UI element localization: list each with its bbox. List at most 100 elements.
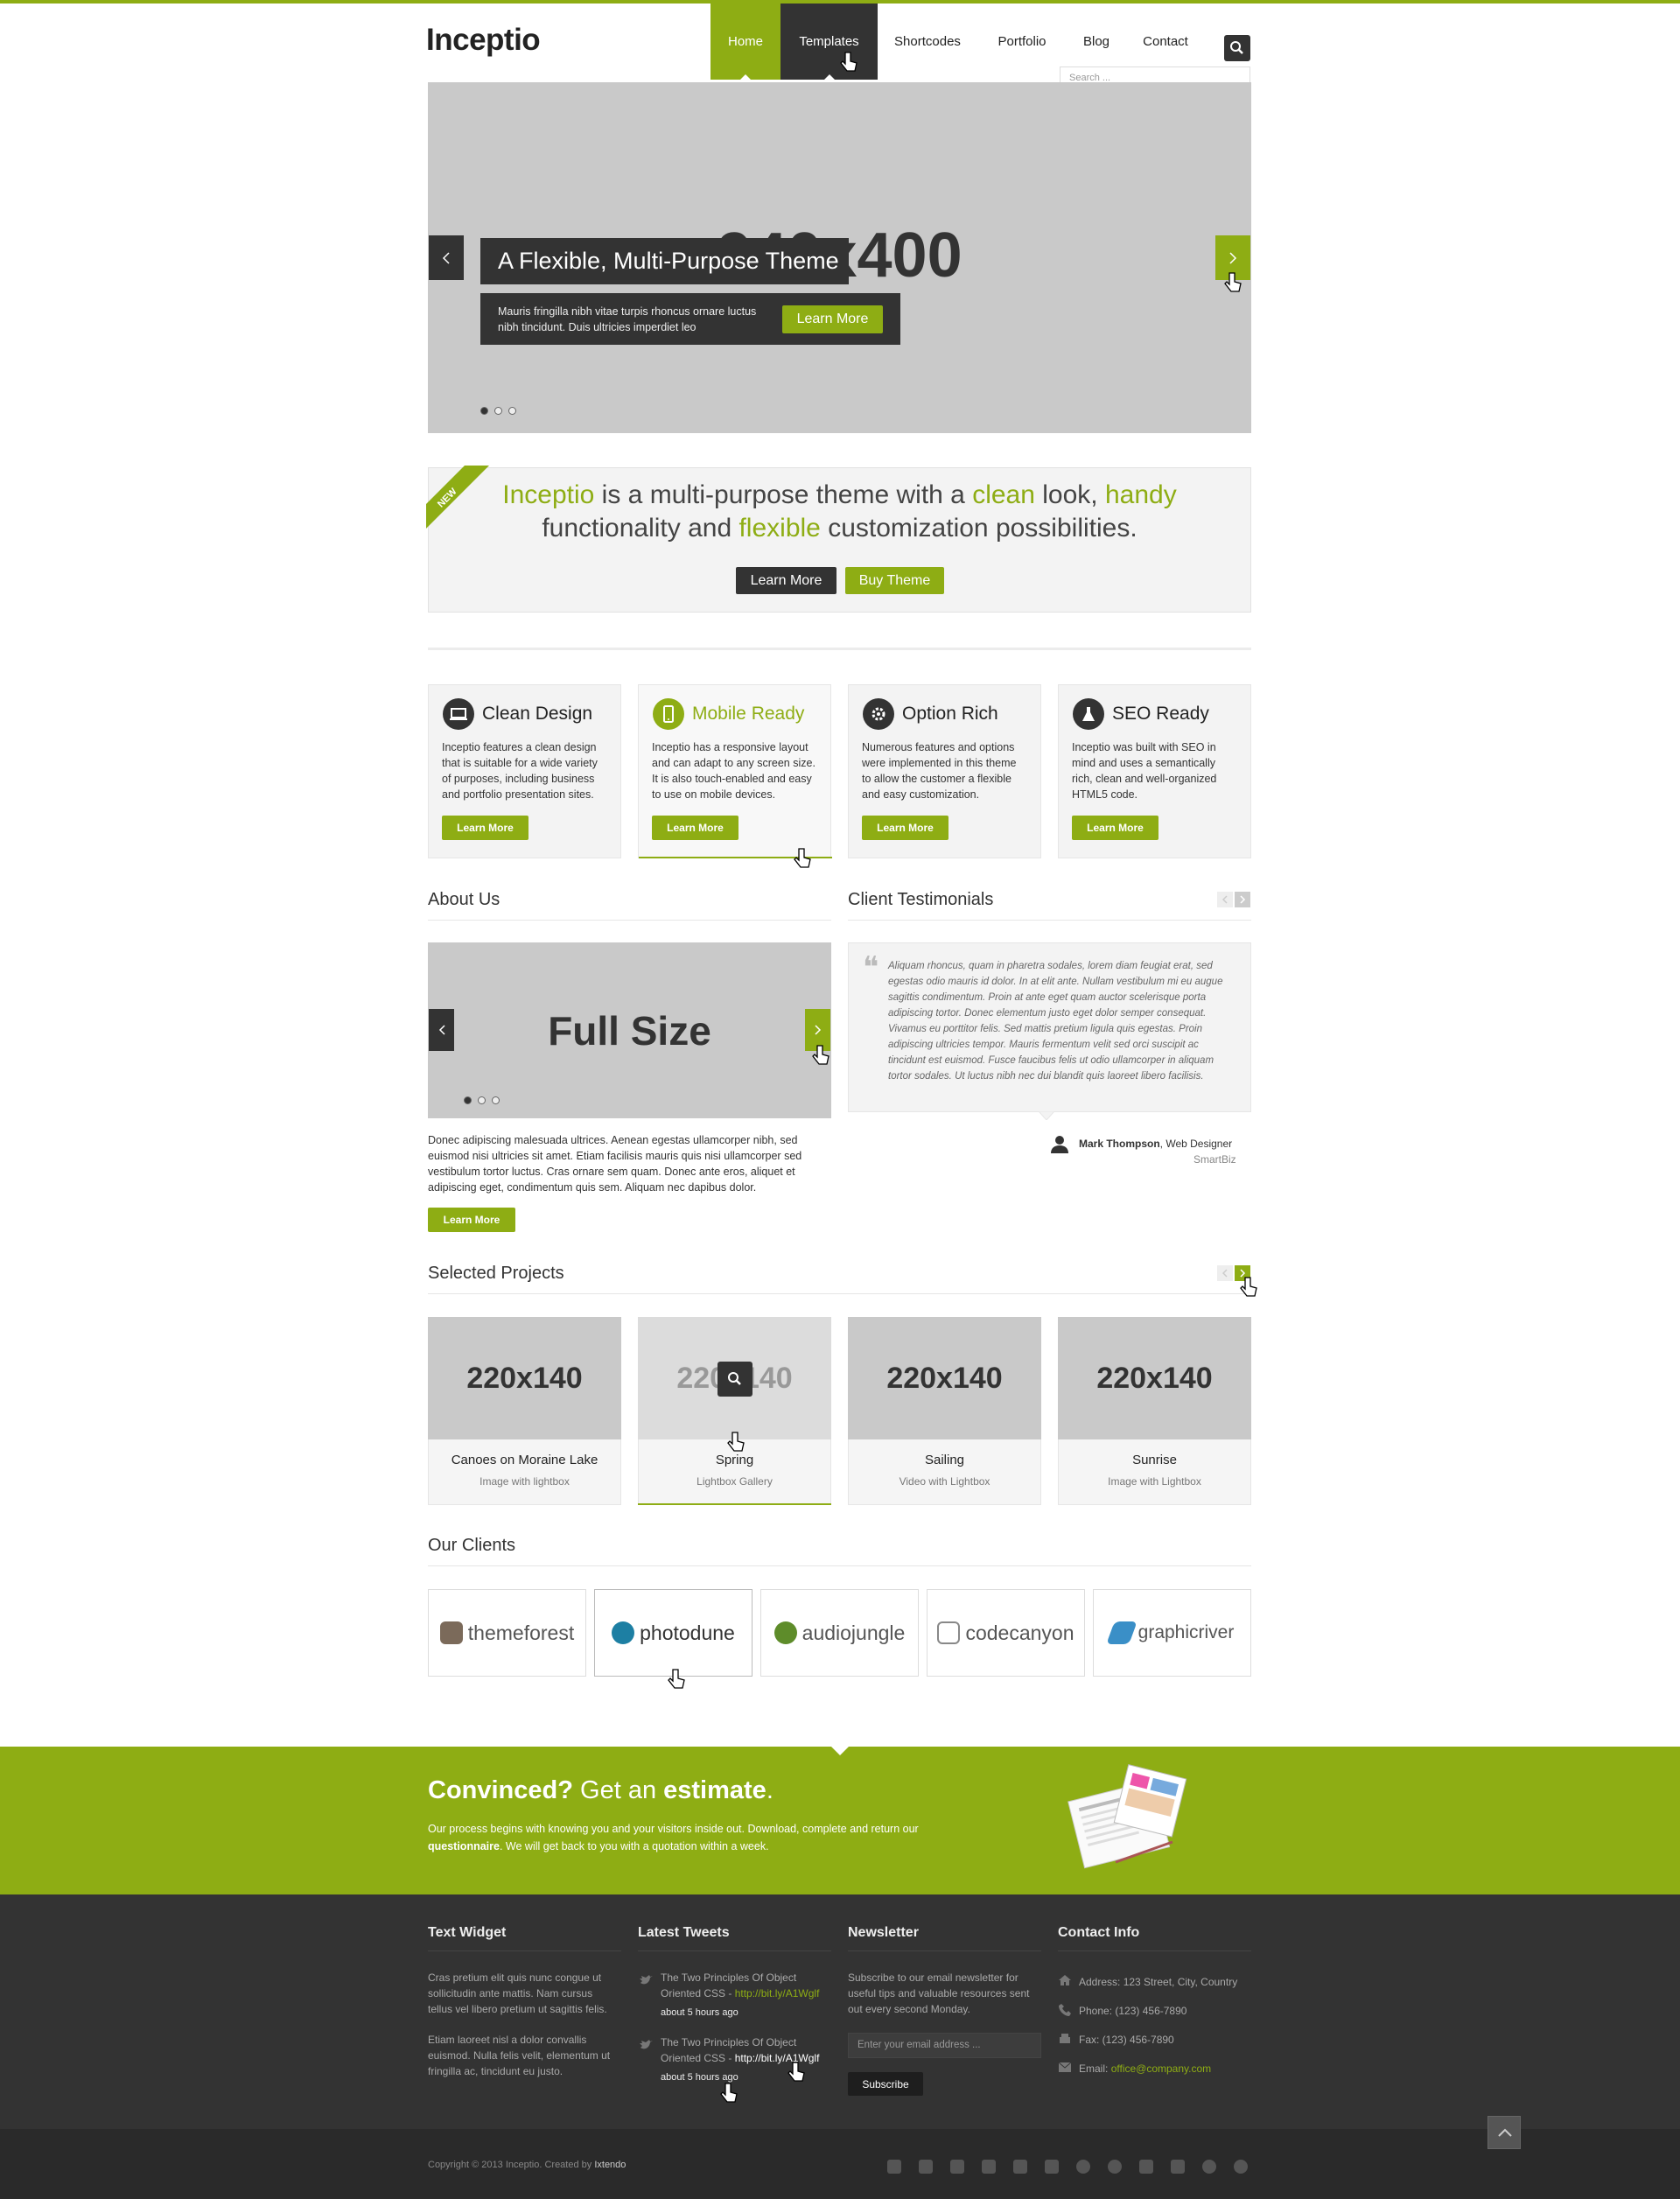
project-thumbnail: 220x140 <box>428 1317 621 1439</box>
footer-rule <box>428 1950 621 1951</box>
nav-item-templates[interactable]: Templates <box>780 4 878 81</box>
tumblr-icon[interactable] <box>1171 2160 1185 2174</box>
client-logo-themeforest[interactable]: themeforest <box>428 1589 586 1677</box>
project-thumbnail: 220x140 <box>1058 1317 1251 1439</box>
contact-email: Email: office@company.com <box>1079 2061 1211 2076</box>
hand-cursor-icon <box>1240 1277 1257 1297</box>
site-logo[interactable]: Inceptio <box>426 23 541 58</box>
project-card[interactable]: 220x140 Canoes on Moraine Lake Image wit… <box>428 1317 621 1505</box>
questionnaire-link[interactable]: questionnaire <box>428 1840 500 1852</box>
about-slider-dot-1[interactable] <box>464 1096 472 1104</box>
feature-learn-more-button[interactable]: Learn More <box>862 816 948 840</box>
author-role: , Web Designer <box>1159 1138 1233 1150</box>
chevron-left-icon <box>442 251 450 264</box>
projects-prev-button[interactable] <box>1217 1265 1233 1281</box>
linkedin-icon[interactable] <box>982 2160 996 2174</box>
promo-buy-theme-button[interactable]: Buy Theme <box>845 567 944 594</box>
slider-dot-1[interactable] <box>480 407 488 415</box>
client-logo-photodune[interactable]: photodune <box>594 1589 752 1677</box>
nav-item-portfolio[interactable]: Portfolio <box>977 4 1067 80</box>
client-name: themeforest <box>467 1621 575 1644</box>
googleplus-icon[interactable] <box>950 2160 964 2174</box>
clients-title: Our Clients <box>428 1536 516 1555</box>
testimonial-prev-button[interactable] <box>1217 892 1233 907</box>
codecanyon-icon <box>937 1621 961 1644</box>
slider-learn-more-button[interactable]: Learn More <box>782 305 883 333</box>
testimonial-next-button[interactable] <box>1235 892 1250 907</box>
promo-text: is a multi-purpose theme with a <box>594 480 973 509</box>
promo-brand: Inceptio <box>502 480 595 509</box>
project-subtitle: Image with lightbox <box>480 1475 570 1488</box>
slider-dot-2[interactable] <box>494 407 502 415</box>
flickr-icon[interactable] <box>1139 2160 1153 2174</box>
slider-dot-3[interactable] <box>508 407 516 415</box>
nav-item-shortcodes[interactable]: Shortcodes <box>878 4 977 80</box>
search-button[interactable] <box>1224 35 1250 61</box>
feature-learn-more-button[interactable]: Learn More <box>652 816 738 840</box>
email-link[interactable]: office@company.com <box>1111 2062 1211 2075</box>
nav-label: Contact <box>1143 34 1188 49</box>
facebook-icon[interactable] <box>919 2160 933 2174</box>
chevron-right-icon <box>1240 895 1246 904</box>
nav-item-home[interactable]: Home <box>710 4 780 81</box>
copyright-text: Copyright © 2013 Inceptio. Created by <box>428 2160 595 2170</box>
skype-icon[interactable] <box>1076 2160 1090 2174</box>
client-logo-audiojungle[interactable]: audiojungle <box>760 1589 919 1677</box>
about-learn-more-button[interactable]: Learn More <box>428 1208 515 1232</box>
rss-icon[interactable] <box>1234 2160 1248 2174</box>
testimonial-author: Mark Thompson, Web Designer <box>1079 1138 1232 1150</box>
dribbble-icon[interactable] <box>1202 2160 1216 2174</box>
slider-prev-button[interactable] <box>429 235 464 280</box>
client-logo-codecanyon[interactable]: codecanyon <box>927 1589 1085 1677</box>
feature-text: Inceptio features a clean design that is… <box>442 741 598 801</box>
author-company: SmartBiz <box>1194 1153 1236 1166</box>
client-logo-graphicriver[interactable]: graphicriver <box>1093 1589 1251 1677</box>
promo-learn-more-button[interactable]: Learn More <box>736 567 836 594</box>
fax-icon <box>1060 2034 1070 2043</box>
project-card[interactable]: 220x140 Sailing Video with Lightbox <box>848 1317 1041 1505</box>
slider-caption-box: Mauris fringilla nibh vitae turpis rhonc… <box>480 293 900 345</box>
feature-card-clean-design: Clean Design Inceptio features a clean d… <box>428 684 621 858</box>
twitter-icon <box>640 2040 653 2049</box>
tweet-time: about 5 hours ago <box>661 2007 738 2018</box>
about-prev-button[interactable] <box>429 1009 454 1051</box>
testimonial-box: ❝ Aliquam rhoncus, quam in pharetra soda… <box>848 942 1251 1112</box>
about-slider-dot-2[interactable] <box>478 1096 486 1104</box>
about-slider-dot-3[interactable] <box>492 1096 500 1104</box>
project-card[interactable]: 220x140 Spring Lightbox Gallery <box>638 1317 831 1505</box>
subscribe-button[interactable]: Subscribe <box>848 2072 923 2096</box>
vimeo-icon[interactable] <box>1013 2160 1027 2174</box>
footer-widget-title: Newsletter <box>848 1925 919 1940</box>
hand-cursor-icon <box>727 1432 745 1452</box>
home-icon <box>1059 1975 1071 1985</box>
project-subtitle: Video with Lightbox <box>899 1475 990 1488</box>
promo-headline: Inceptio is a multi-purpose theme with a… <box>428 479 1251 545</box>
nav-label: Templates <box>799 34 859 49</box>
chevron-right-icon <box>814 1025 821 1035</box>
project-card[interactable]: 220x140 Sunrise Image with Lightbox <box>1058 1317 1251 1505</box>
youtube-icon[interactable] <box>1045 2160 1059 2174</box>
testimonial-quote: Aliquam rhoncus, quam in pharetra sodale… <box>888 961 1223 1082</box>
newsletter-email-input[interactable]: Enter your email address ... <box>848 2033 1041 2058</box>
chevron-left-icon <box>438 1025 445 1035</box>
bottom-bar <box>0 2129 1680 2199</box>
chevron-left-icon <box>1222 1269 1228 1278</box>
footer-rule <box>638 1950 831 1951</box>
back-to-top-button[interactable] <box>1488 2116 1521 2149</box>
twitter-icon[interactable] <box>887 2160 901 2174</box>
tweet-link[interactable]: http://bit.ly/A1Wglf <box>735 1987 820 1999</box>
chevron-right-icon <box>1229 251 1237 264</box>
cta-title: Convinced? Get an estimate. <box>428 1776 774 1805</box>
client-name: audiojungle <box>802 1621 906 1644</box>
feature-learn-more-button[interactable]: Learn More <box>1072 816 1158 840</box>
creator-link[interactable]: Ixtendo <box>594 2160 626 2170</box>
cta-title-part: . <box>766 1776 774 1804</box>
photodune-icon <box>612 1621 635 1644</box>
tweet-link[interactable]: http://bit.ly/A1Wglf <box>735 2052 820 2064</box>
zoom-button[interactable] <box>718 1362 752 1397</box>
section-rule <box>428 920 831 921</box>
feature-learn-more-button[interactable]: Learn More <box>442 816 528 840</box>
promo-text: look, <box>1034 480 1105 509</box>
about-image: Full Size <box>428 942 831 1118</box>
pinterest-icon[interactable] <box>1108 2160 1122 2174</box>
